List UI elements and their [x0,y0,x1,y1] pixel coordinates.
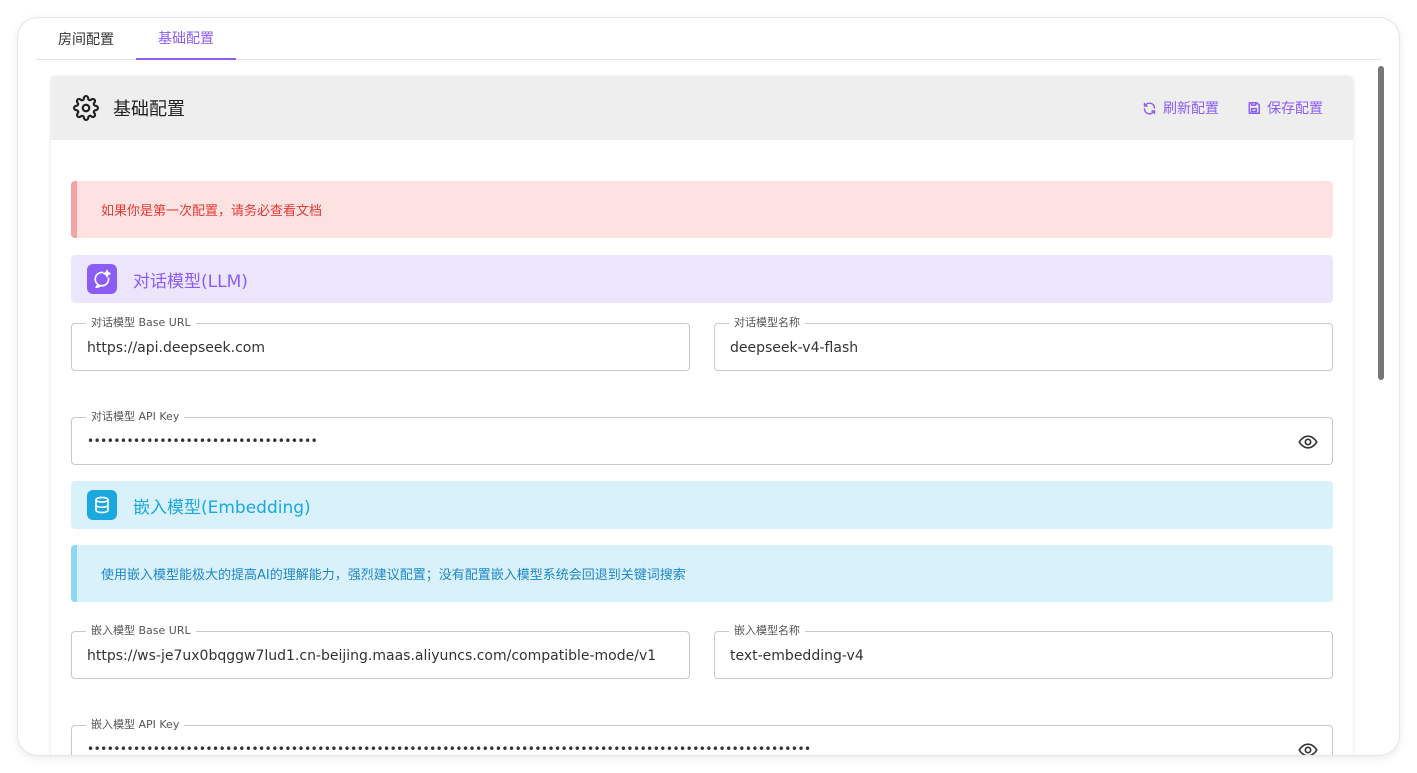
scrollbar-thumb[interactable] [1378,66,1384,380]
embedding-api-key-label: 嵌入模型 API Key [86,718,185,732]
embedding-base-url-field[interactable]: 嵌入模型 Base URL https://ws-je7ux0bqggw7lud… [71,624,690,679]
embedding-api-key-input[interactable]: ••••••••••••••••••••••••••••••••••••••••… [87,739,1292,755]
save-config-label: 保存配置 [1267,101,1323,117]
embedding-model-name-label: 嵌入模型名称 [729,624,805,638]
card-header: 基础配置 刷新配置 保存配置 [51,76,1353,140]
chat-sparkle-icon [87,264,117,294]
embedding-base-url-label: 嵌入模型 Base URL [86,624,196,638]
save-config-button[interactable]: 保存配置 [1247,98,1323,118]
card-title: 基础配置 [113,99,185,120]
show-password-eye-icon[interactable] [1298,740,1318,755]
tab-room-config[interactable]: 房间配置 [36,18,136,60]
refresh-config-button[interactable]: 刷新配置 [1142,98,1219,118]
llm-model-name-field[interactable]: 对话模型名称 deepseek-v4-flash [714,316,1333,371]
llm-base-url-input[interactable]: https://api.deepseek.com [87,338,649,358]
llm-api-key-field[interactable]: 对话模型 API Key •••••••••••••••••••••••••••… [71,410,1333,465]
save-icon [1247,101,1261,115]
basic-config-card: 基础配置 刷新配置 保存配置 如果你是第一次配置，请务必查看文档 对话模型(LL… [51,76,1353,755]
tab-basic-config[interactable]: 基础配置 [136,18,236,60]
embedding-model-name-input[interactable]: text-embedding-v4 [730,646,1292,666]
embedding-api-key-field[interactable]: 嵌入模型 API Key •••••••••••••••••••••••••••… [71,718,1333,755]
gear-icon [73,95,99,121]
embedding-hint-alert: 使用嵌入模型能极大的提高AI的理解能力，强烈建议配置；没有配置嵌入模型系统会回退… [71,545,1333,602]
database-icon [87,490,117,520]
llm-api-key-label: 对话模型 API Key [86,410,185,424]
embedding-section-title: 嵌入模型(Embedding) [133,497,311,518]
llm-base-url-label: 对话模型 Base URL [86,316,196,330]
llm-model-name-label: 对话模型名称 [729,316,805,330]
llm-section-header: 对话模型(LLM) [71,255,1333,303]
first-time-alert: 如果你是第一次配置，请务必查看文档 [71,181,1333,238]
first-time-alert-text: 如果你是第一次配置，请务必查看文档 [101,204,323,219]
refresh-icon [1142,101,1157,116]
embedding-section-header: 嵌入模型(Embedding) [71,481,1333,529]
tab-bar: 房间配置 基础配置 [36,18,1381,60]
llm-model-name-input[interactable]: deepseek-v4-flash [730,338,1292,358]
llm-section-title: 对话模型(LLM) [133,271,248,292]
scrollbar[interactable] [1377,66,1385,755]
app-window: 房间配置 基础配置 基础配置 刷新配置 保存配置 如果你是第一次配置，请务必查看… [18,18,1399,755]
embedding-hint-text: 使用嵌入模型能极大的提高AI的理解能力，强烈建议配置；没有配置嵌入模型系统会回退… [101,568,686,583]
refresh-config-label: 刷新配置 [1163,101,1219,117]
llm-api-key-input[interactable]: ••••••••••••••••••••••••••••••••••• [87,431,1292,451]
embedding-model-name-field[interactable]: 嵌入模型名称 text-embedding-v4 [714,624,1333,679]
show-password-eye-icon[interactable] [1298,432,1318,452]
embedding-base-url-input[interactable]: https://ws-je7ux0bqggw7lud1.cn-beijing.m… [87,646,679,666]
llm-base-url-field[interactable]: 对话模型 Base URL https://api.deepseek.com [71,316,690,371]
